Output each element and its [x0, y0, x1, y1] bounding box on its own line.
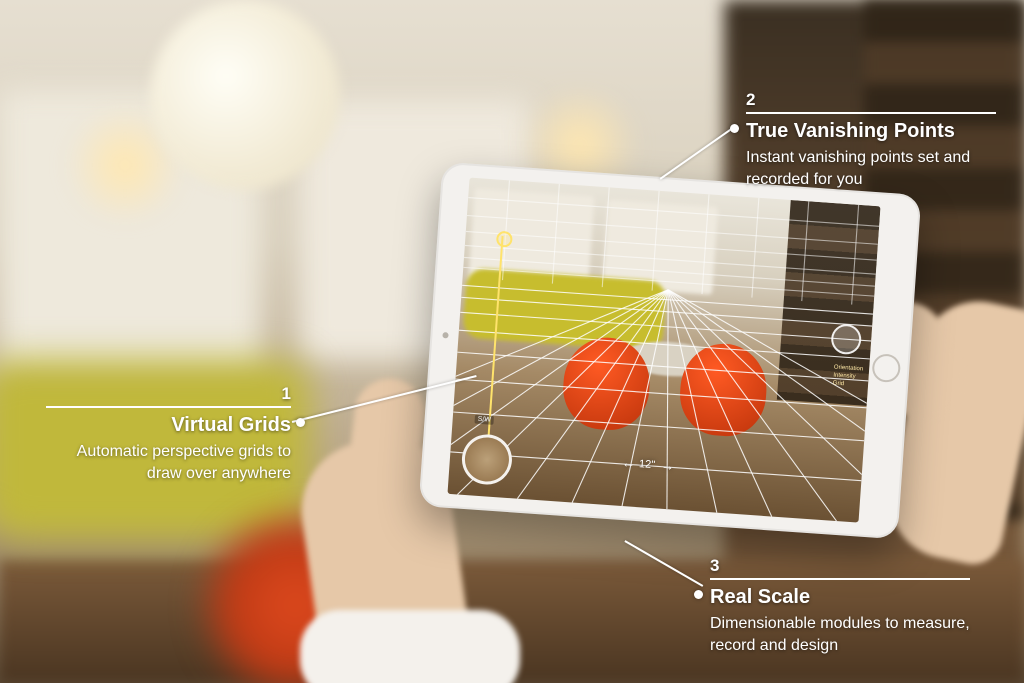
promo-scene: S/W Orientation Intensity Grid ← 12" → 1	[0, 0, 1024, 683]
callout-number: 1	[282, 384, 291, 404]
arrow-right-icon: →	[661, 458, 673, 474]
arrow-left-icon: ←	[622, 455, 634, 471]
callout-number: 2	[746, 90, 1006, 110]
ipad-screen[interactable]: S/W Orientation Intensity Grid ← 12" →	[447, 178, 880, 523]
callout-description: Instant vanishing points set and recorde…	[746, 147, 1006, 190]
pendant-lamp	[150, 0, 340, 190]
home-button[interactable]	[871, 353, 901, 383]
callout-rule	[710, 578, 970, 580]
callout-rule	[46, 406, 291, 408]
callout-number: 3	[710, 556, 990, 576]
callout-title: True Vanishing Points	[746, 120, 1006, 143]
dimension-value: 12"	[639, 458, 656, 471]
screen-bookshelf	[777, 200, 881, 406]
capture-button[interactable]	[460, 433, 513, 486]
callout-description: Dimensionable modules to measure, record…	[710, 613, 990, 656]
axis-label: S/W	[474, 415, 494, 425]
callout-title: Real Scale	[710, 586, 990, 609]
callout-title: Virtual Grids	[46, 414, 291, 437]
left-sleeve	[300, 610, 520, 683]
callout-vanishing-points: 2 True Vanishing Points Instant vanishin…	[746, 90, 1006, 190]
callout-leader	[660, 128, 733, 180]
dimension-readout: ← 12" →	[622, 455, 673, 473]
ipad-body: S/W Orientation Intensity Grid ← 12" →	[419, 162, 922, 540]
callout-description: Automatic perspective grids to draw over…	[46, 441, 291, 484]
callout-real-scale: 3 Real Scale Dimensionable modules to me…	[710, 556, 990, 656]
front-camera	[442, 332, 448, 338]
callout-virtual-grids: 1 Virtual Grids Automatic perspective gr…	[46, 384, 291, 484]
ipad-device: S/W Orientation Intensity Grid ← 12" →	[419, 162, 922, 540]
callout-dot-icon	[296, 418, 305, 427]
tool-panel-labels: Orientation Intensity Grid	[832, 363, 863, 389]
screen-sofa	[462, 268, 666, 352]
callout-dot-icon	[694, 590, 703, 599]
callout-dot-icon	[730, 124, 739, 133]
callout-rule	[746, 112, 996, 114]
